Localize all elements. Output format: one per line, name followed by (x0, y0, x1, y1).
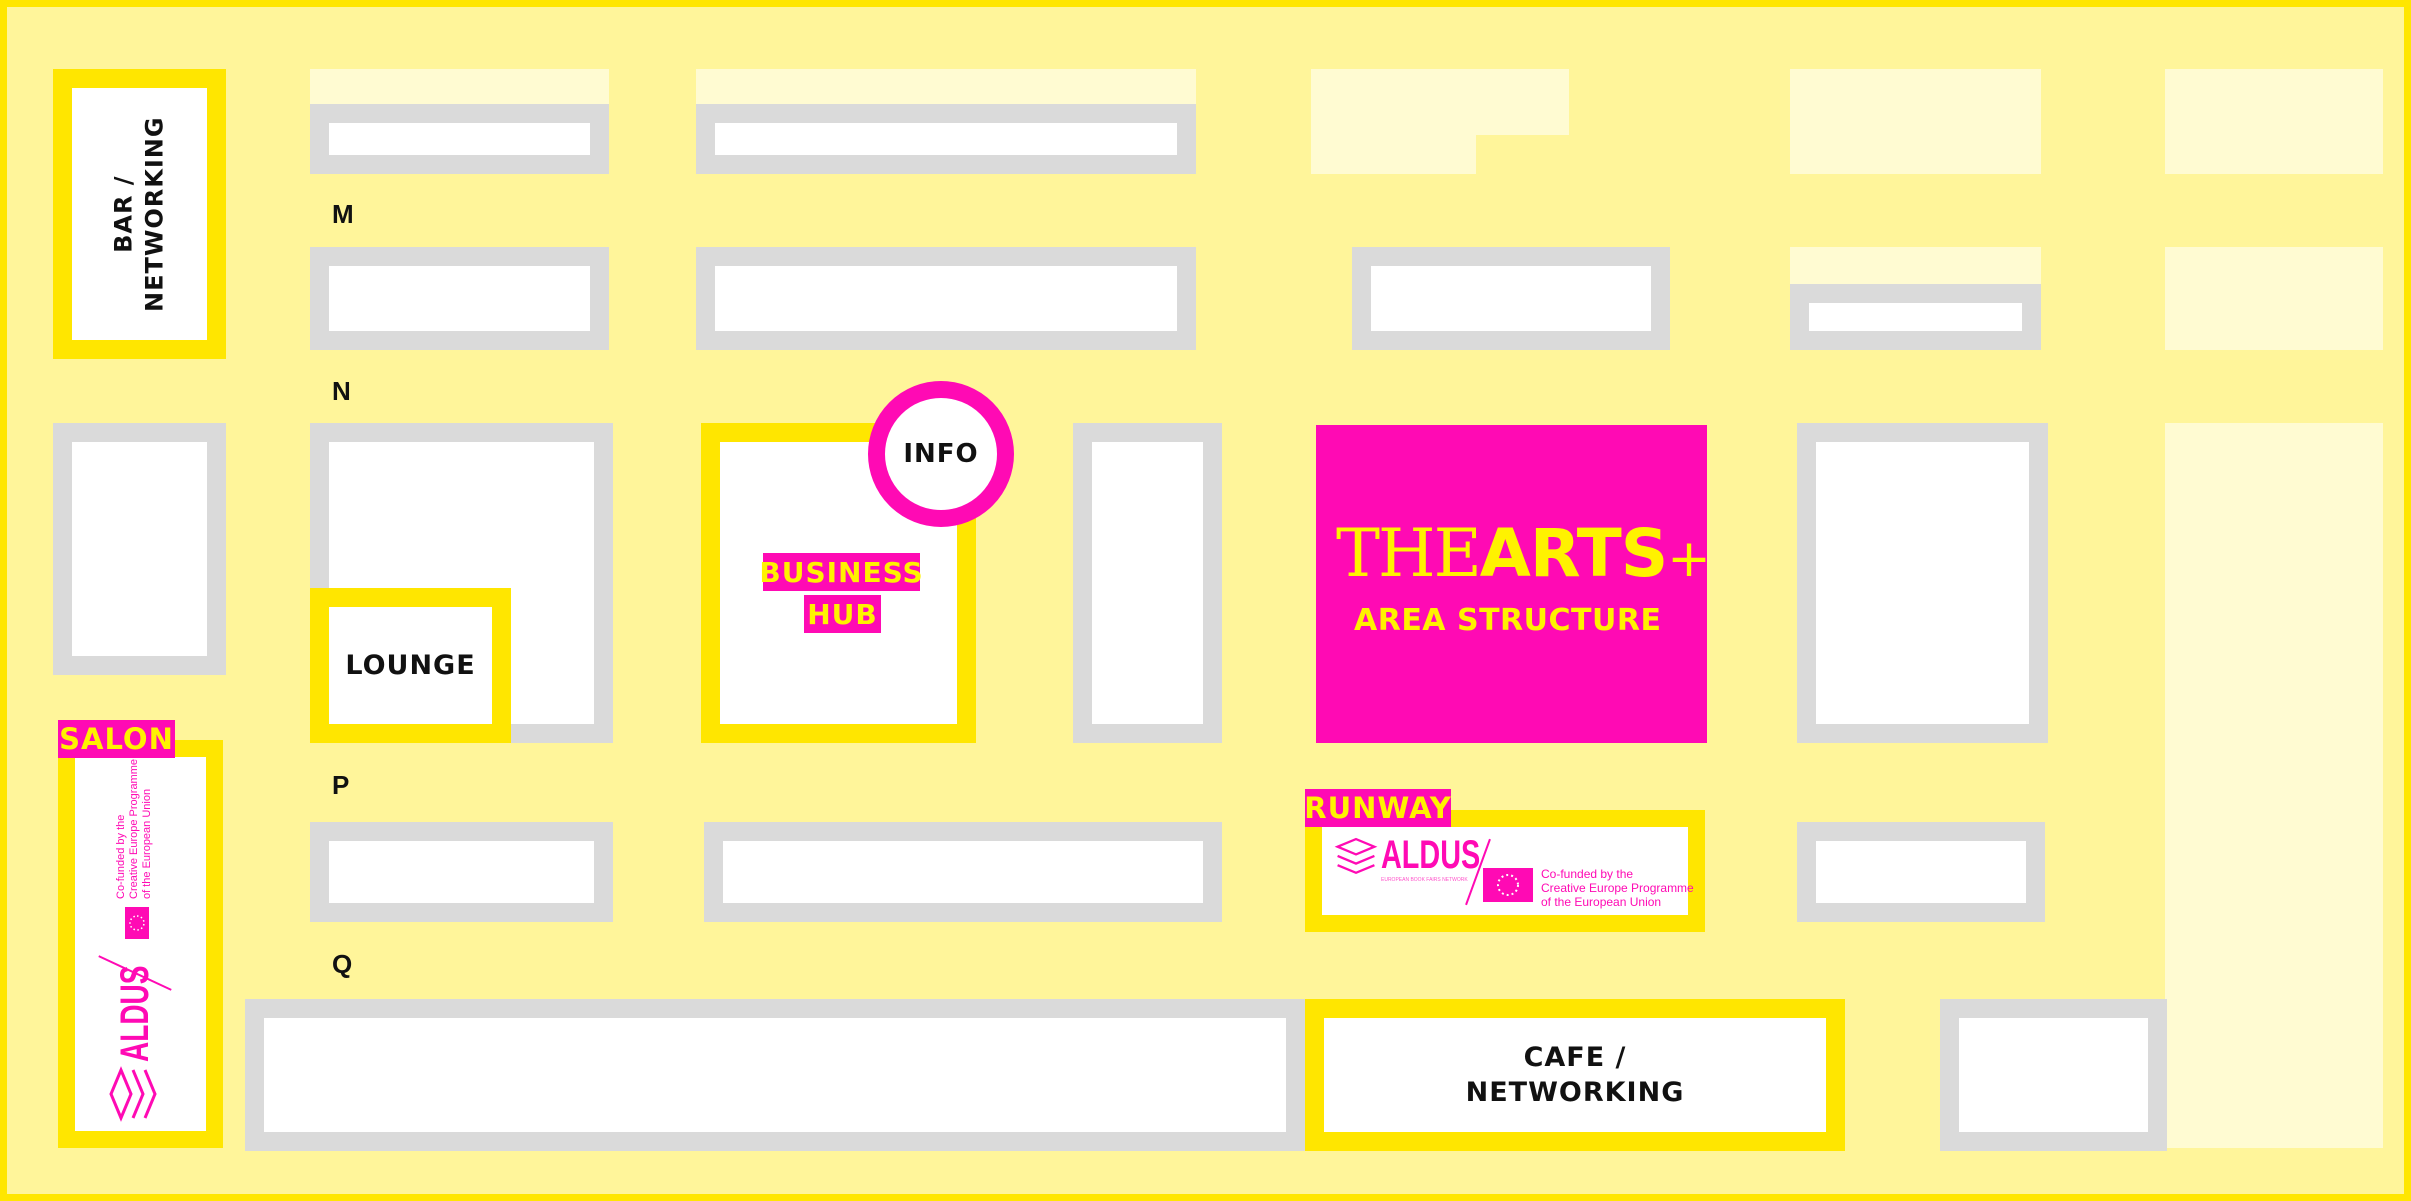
row-letter-n: N (332, 376, 351, 406)
logo-arts: ARTS (1479, 515, 1668, 592)
zone-cafe-networking-label: CAFE / NETWORKING (1465, 1041, 1685, 1108)
runway-aldus-sub: EUROPEAN BOOK FAIRS NETWORK (1381, 877, 1468, 883)
row-letter-p: P (332, 770, 350, 800)
the-arts-plus-subtitle: AREA STRUCTURE (1354, 603, 1662, 638)
booth-top-2-pale (696, 69, 1196, 104)
the-arts-plus-logo: THEARTS+ (1336, 520, 1711, 587)
info-point[interactable]: INFO (868, 381, 1014, 527)
eu-flag-icon (125, 907, 149, 939)
booth-top-3-pale-a (1311, 69, 1476, 174)
booth-m-5-pale (2165, 247, 2383, 350)
booth-n-4[interactable] (1797, 423, 2048, 743)
zone-cafe-networking[interactable]: CAFE / NETWORKING (1305, 999, 1845, 1151)
booth-n-5-pale (2165, 423, 2383, 1148)
salon-sponsor-block: ALDUS Co-funded by the Creative Europe P… (85, 759, 195, 1124)
info-point-label: INFO (903, 439, 979, 469)
booth-top-5-pale (2165, 69, 2383, 174)
booth-top-2[interactable] (696, 104, 1196, 174)
booth-p-4[interactable] (1797, 822, 2045, 922)
salon-eu-line1: Co-funded by the (115, 814, 127, 899)
the-arts-plus-area[interactable]: THEARTS+ AREA STRUCTURE (1316, 425, 1711, 743)
booth-q-1[interactable] (245, 999, 1305, 1151)
zone-salon-label: SALON (58, 720, 175, 758)
zone-lounge-label: LOUNGE (345, 649, 476, 681)
booth-q-3[interactable] (1940, 999, 2167, 1151)
salon-eu-line2: Creative Europe Programme (128, 758, 140, 899)
row-letter-m: M (332, 199, 354, 229)
logo-the: THE (1336, 515, 1482, 592)
booth-m-4[interactable] (1790, 284, 2041, 350)
zone-lounge[interactable]: LOUNGE (310, 588, 511, 743)
zone-business-hub-label-2: HUB (804, 595, 881, 633)
runway-eu-line1: Co-funded by the (1541, 867, 1634, 881)
runway-eu-line2: Creative Europe Programme (1541, 881, 1694, 895)
runway-aldus-wordmark: ALDUS (1381, 833, 1481, 877)
logo-plus: + (1667, 529, 1711, 589)
booth-top-3-pale-b (1476, 69, 1569, 135)
booth-top-1-pale (310, 69, 609, 104)
booth-m-1[interactable] (310, 247, 609, 350)
aldus-icon (1333, 835, 1379, 888)
booth-m-2[interactable] (696, 247, 1196, 350)
booth-p-1[interactable] (310, 822, 613, 922)
runway-eu-line3: of the European Union (1541, 895, 1662, 909)
booth-top-4-pale (1790, 69, 2041, 174)
booth-top-1[interactable] (310, 104, 609, 174)
booth-n-3[interactable] (1073, 423, 1222, 743)
zone-business-hub-label-1: BUSINESS (759, 553, 923, 591)
salon-eu-line3: of the European Union (141, 788, 153, 899)
runway-sponsor-block: ALDUS EUROPEAN BOOK FAIRS NETWORK Co-fun… (1333, 833, 1694, 913)
booth-m-4-pale (1790, 247, 2041, 284)
booth-p-2[interactable] (704, 822, 1222, 922)
zone-runway-label: RUNWAY (1304, 789, 1452, 827)
row-letter-q: Q (332, 949, 353, 979)
zone-bar-networking[interactable]: BAR / NETWORKING (53, 69, 226, 359)
zone-bar-networking-label: BAR / NETWORKING (109, 116, 169, 312)
eu-flag-icon (1483, 868, 1533, 902)
booth-n-1[interactable] (53, 423, 226, 675)
floor-plan-map: BAR / NETWORKING M N LOUNGE BUSINESS HUB… (0, 0, 2411, 1201)
booth-m-3[interactable] (1352, 247, 1670, 350)
